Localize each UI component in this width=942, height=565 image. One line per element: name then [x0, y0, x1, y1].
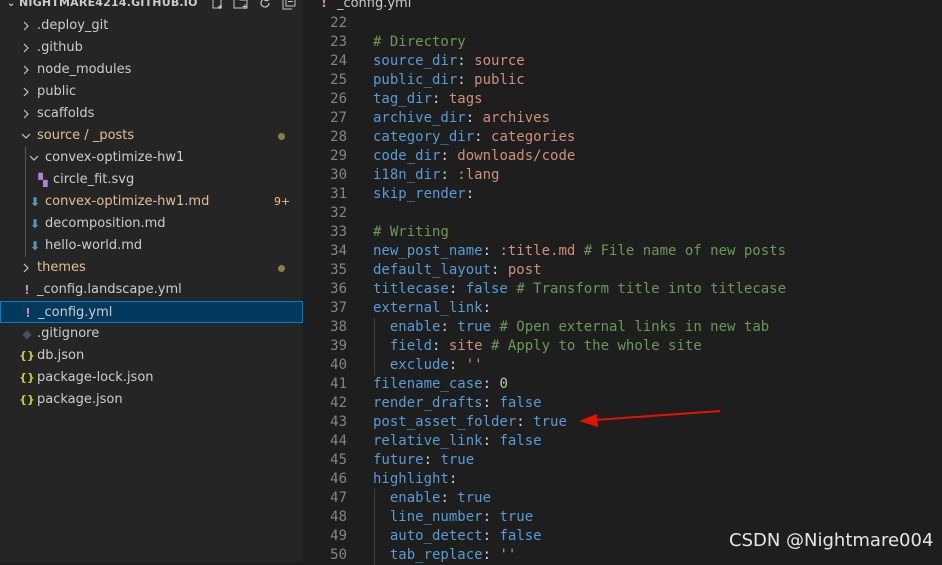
chevron-right-icon — [20, 59, 32, 81]
json-file-icon: {} — [19, 393, 35, 406]
tree-item-label: db.json — [37, 348, 85, 363]
tree-file[interactable]: {} package-lock.json — [0, 367, 303, 389]
tree-item-label: package-lock.json — [37, 370, 154, 385]
svg-file-icon: ▚ — [38, 173, 48, 187]
git-file-icon: ◆ — [22, 327, 32, 341]
problem-count-badge: 9+ — [274, 195, 291, 208]
tree-folder[interactable]: .deploy_git — [0, 15, 303, 37]
tree-file[interactable]: {} db.json — [0, 345, 303, 367]
chevron-right-icon — [20, 81, 32, 103]
tree-file[interactable]: {} package.json — [0, 389, 303, 411]
tree-item-label: circle_fit.svg — [53, 172, 135, 187]
tree-item-label: .gitignore — [37, 326, 100, 341]
tree-file[interactable]: ⬇ hello-world.md — [0, 235, 303, 257]
collapse-all-icon[interactable] — [280, 0, 298, 12]
tree-file[interactable]: ▚ circle_fit.svg — [0, 169, 303, 191]
markdown-file-icon: ⬇ — [29, 239, 41, 253]
explorer-header: ⌄ NIGHTMARE4214.GITHUB.IO — [0, 0, 303, 12]
tree-item-label: source / _posts — [37, 128, 135, 143]
markdown-file-icon: ⬇ — [29, 217, 41, 231]
chevron-down-icon: ⌄ — [7, 0, 16, 9]
markdown-file-icon: ⬇ — [29, 195, 41, 209]
modified-dot — [278, 133, 285, 140]
tree-item-label: convex-optimize-hw1 — [45, 150, 185, 165]
tree-folder[interactable]: node_modules — [0, 59, 303, 81]
tree-file[interactable]: ! _config.landscape.yml — [0, 279, 303, 301]
refresh-icon[interactable] — [256, 0, 274, 12]
json-file-icon: {} — [19, 371, 35, 384]
tree-item-label: hello-world.md — [45, 238, 143, 253]
tree-folder[interactable]: public — [0, 81, 303, 103]
yaml-file-icon: ! — [25, 306, 31, 320]
explorer-root-folder[interactable]: ⌄ NIGHTMARE4214.GITHUB.IO — [7, 0, 198, 13]
chevron-right-icon — [20, 257, 32, 279]
tree-item-label: .deploy_git — [37, 18, 109, 33]
modified-dot — [278, 265, 285, 272]
chevron-right-icon — [20, 37, 32, 59]
tree-folder[interactable]: convex-optimize-hw1 — [0, 147, 303, 169]
tree-item-label: public — [37, 84, 77, 99]
tree-file[interactable]: ◆ .gitignore — [0, 323, 303, 345]
tree-folder[interactable]: themes — [0, 257, 303, 279]
tree-item-label: node_modules — [37, 62, 132, 77]
tree-folder[interactable]: source / _posts — [0, 125, 303, 147]
tree-item-label: convex-optimize-hw1.md — [45, 194, 210, 209]
explorer-sidebar: ⌄ NIGHTMARE4214.GITHUB.IO .deploy_git .git… — [0, 0, 303, 562]
tree-item-label: _config.yml — [38, 305, 113, 320]
yaml-file-icon: ! — [24, 283, 30, 297]
tree-file[interactable]: ⬇ convex-optimize-hw1.md 9+ — [0, 191, 303, 213]
tree-folder[interactable]: scaffolds — [0, 103, 303, 125]
tree-item-label: decomposition.md — [45, 216, 166, 231]
chevron-right-icon — [20, 103, 32, 125]
tree-file[interactable]: ⬇ decomposition.md — [0, 213, 303, 235]
tree-item-label: scaffolds — [37, 106, 95, 121]
new-file-icon[interactable] — [208, 0, 226, 12]
watermark: CSDN @Nightmare004 — [729, 530, 934, 551]
code-editor[interactable]: ! _config.yml 22 23 # Directory 24 source_dir… — [303, 0, 942, 565]
chevron-down-icon — [20, 125, 32, 147]
red-arrow-annotation — [579, 410, 721, 427]
chevron-down-icon — [28, 147, 40, 169]
tree-file[interactable]: ! _config.yml — [0, 301, 303, 323]
tree-item-label: themes — [37, 260, 86, 275]
json-file-icon: {} — [19, 349, 35, 362]
explorer-root-label: NIGHTMARE4214.GITHUB.IO — [19, 0, 198, 9]
tree-folder[interactable]: .github — [0, 37, 303, 59]
chevron-right-icon — [20, 15, 32, 37]
tree-item-label: .github — [37, 40, 83, 55]
tree-item-label: _config.landscape.yml — [37, 282, 182, 297]
new-folder-icon[interactable] — [232, 0, 250, 12]
tree-item-label: package.json — [37, 392, 123, 407]
